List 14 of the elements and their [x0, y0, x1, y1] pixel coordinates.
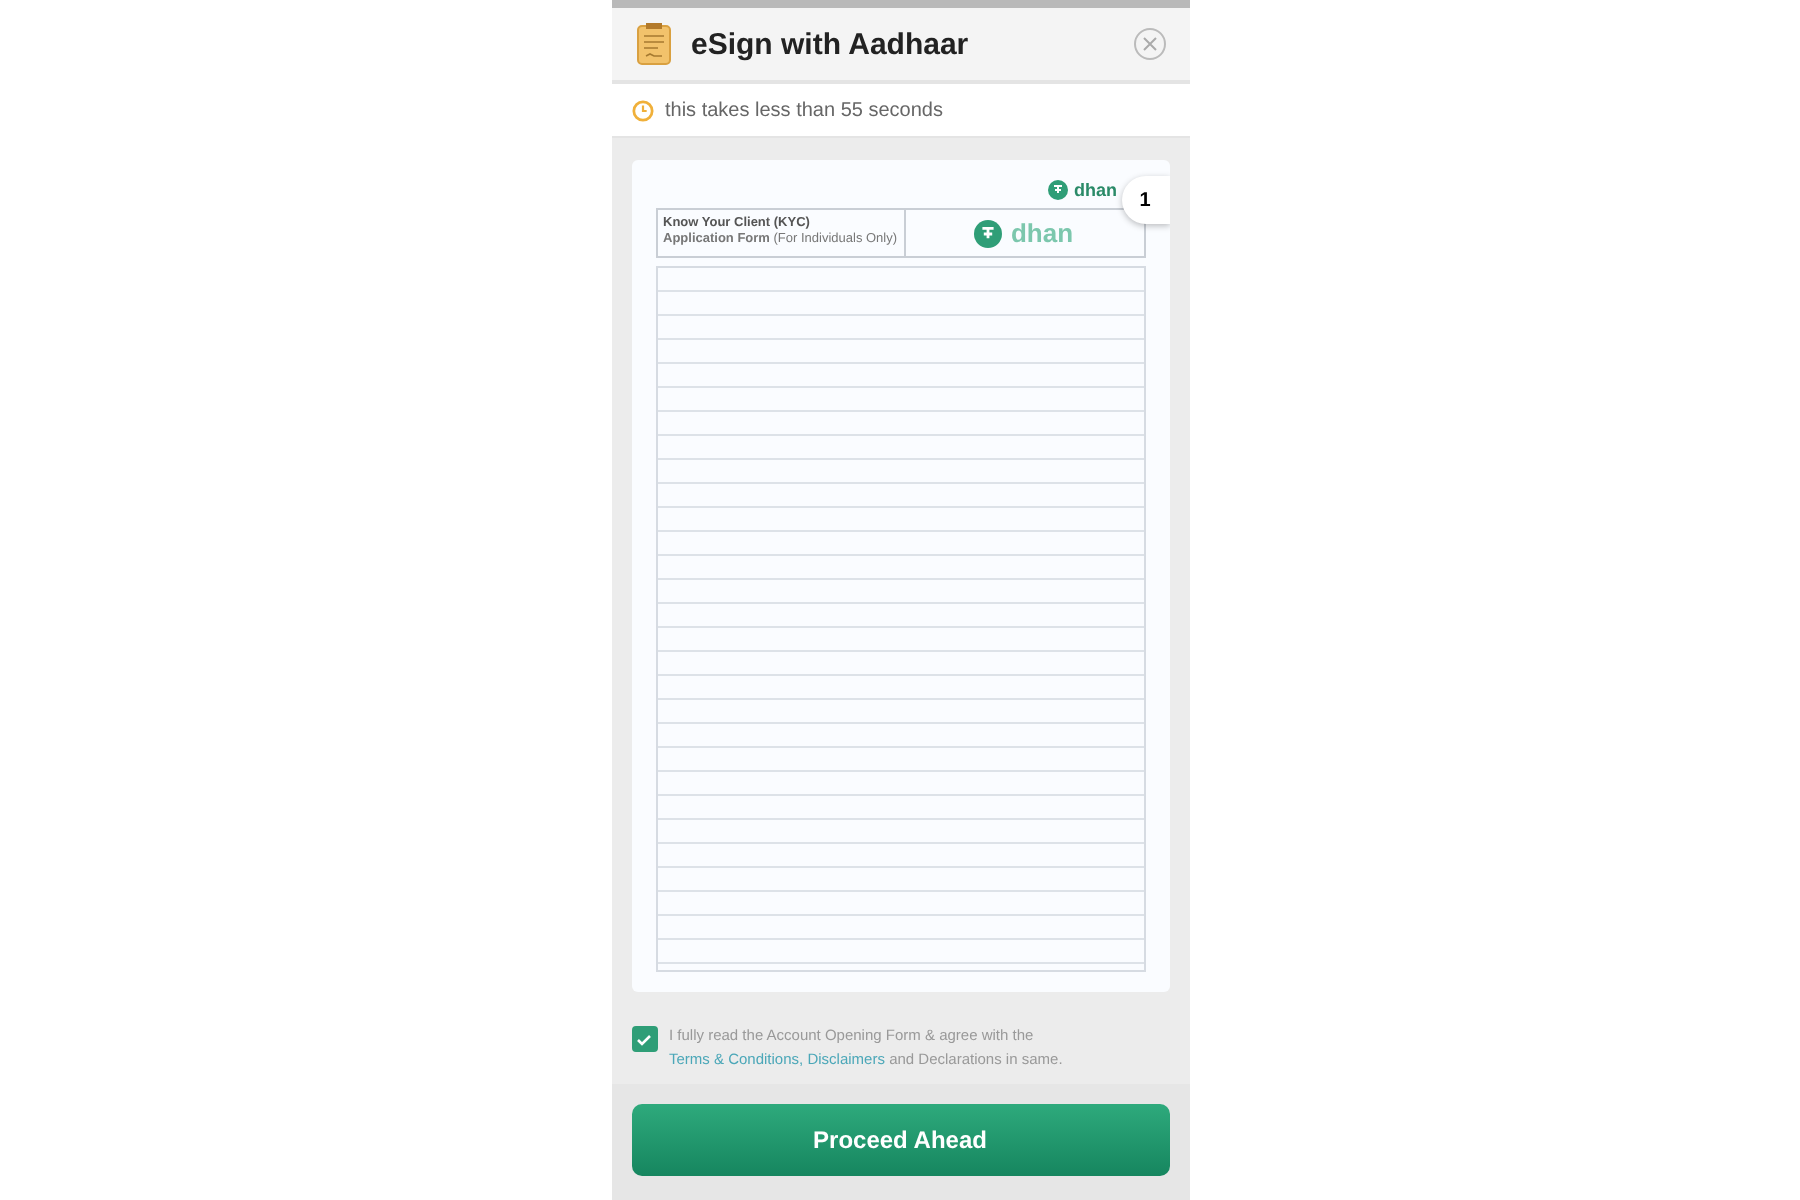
page-number: 1: [1121, 176, 1169, 224]
dialog-title: eSign with Aadhaar: [691, 27, 971, 61]
close-icon: [1141, 36, 1157, 52]
logo-icon: [1048, 180, 1068, 200]
brand-name: dhan: [1010, 218, 1074, 248]
proceed-button[interactable]: Proceed Ahead: [631, 1104, 1169, 1176]
brand-name: dhan: [1074, 180, 1117, 200]
logo-icon: [974, 219, 1003, 247]
clock-icon: [631, 99, 653, 121]
close-button[interactable]: [1133, 28, 1165, 60]
consent-checkbox[interactable]: [631, 1026, 657, 1052]
time-notice: this takes less than 55 seconds: [665, 99, 943, 121]
checkmark-icon: [636, 1031, 652, 1047]
clipboard-icon: [635, 22, 671, 66]
